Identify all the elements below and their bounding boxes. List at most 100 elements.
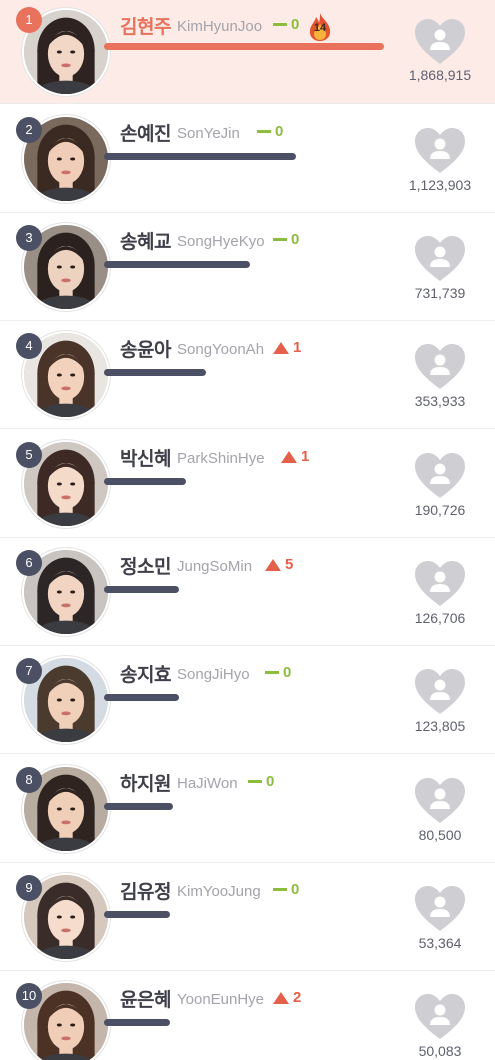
- rank-change-value: 2: [293, 989, 302, 1006]
- heart-icon[interactable]: [414, 668, 466, 716]
- heart-icon[interactable]: [414, 18, 466, 66]
- artist-romanized-name: KimYooJung: [177, 883, 261, 900]
- ranking-row[interactable]: 2 손예진 SonYeJin 0 1,123,903: [0, 105, 495, 213]
- heart-icon[interactable]: [414, 127, 466, 175]
- vote-progress-bar: [104, 911, 170, 918]
- rank-change-value: 1: [301, 448, 310, 465]
- vote-count: 731,739: [414, 285, 466, 301]
- rank-change: 2: [273, 989, 301, 1006]
- vote-progress-bar: [104, 261, 250, 268]
- triangle-up-icon: [265, 558, 281, 571]
- artist-name[interactable]: 김유정: [120, 877, 171, 904]
- artist-name[interactable]: 하지원: [120, 769, 171, 796]
- rank-change-value: 5: [285, 556, 294, 573]
- ranking-row[interactable]: 4 송윤아 SongYoonAh 1 353,933: [0, 321, 495, 429]
- vote-progress-bar: [104, 694, 179, 701]
- artist-name[interactable]: 김현주: [120, 12, 171, 39]
- rank-change-value: 0: [291, 881, 300, 898]
- vote-count: 353,933: [414, 393, 466, 409]
- dash-icon: [273, 23, 287, 26]
- vote-progress-bar: [104, 369, 206, 376]
- ranking-row[interactable]: 3 송혜교 SongHyeKyo 0 731,739: [0, 213, 495, 321]
- vote-count: 190,726: [414, 502, 466, 518]
- ranking-row[interactable]: 8 하지원 HaJiWon 0 80,500: [0, 755, 495, 863]
- rank-badge: 9: [16, 875, 42, 901]
- vote-progress-bar: [104, 586, 179, 593]
- rank-change: 0: [257, 123, 283, 140]
- rank-badge: 5: [16, 442, 42, 468]
- rank-change: 5: [265, 556, 293, 573]
- vote-count: 50,083: [418, 1043, 462, 1059]
- heart-icon[interactable]: [414, 993, 466, 1041]
- rank-change: 0: [273, 231, 299, 248]
- rank-badge: 2: [16, 117, 42, 143]
- vote-progress-bar: [104, 1019, 170, 1026]
- heart-icon[interactable]: [414, 343, 466, 391]
- rank-badge: 10: [16, 983, 42, 1009]
- triangle-up-icon: [273, 991, 289, 1004]
- rank-badge: 6: [16, 550, 42, 576]
- artist-name[interactable]: 송지효: [120, 660, 171, 687]
- vote-count: 126,706: [414, 610, 466, 626]
- dash-icon: [273, 238, 287, 241]
- artist-romanized-name: KimHyunJoo: [177, 18, 263, 35]
- dash-icon: [248, 780, 262, 783]
- artist-name[interactable]: 손예진: [120, 119, 171, 146]
- triangle-up-icon: [273, 341, 289, 354]
- heart-icon[interactable]: [414, 235, 466, 283]
- vote-progress-bar: [104, 478, 186, 485]
- rank-badge: 4: [16, 333, 42, 359]
- vote-progress-bar: [104, 43, 384, 50]
- heart-icon[interactable]: [414, 560, 466, 608]
- triangle-up-icon: [281, 450, 297, 463]
- artist-romanized-name: SongJiHyo: [177, 666, 250, 683]
- rank-badge: 3: [16, 225, 42, 251]
- ranking-row[interactable]: 5 박신혜 ParkShinHye 1 190,726: [0, 430, 495, 538]
- rank-badge: 8: [16, 767, 42, 793]
- artist-romanized-name: JungSoMin: [177, 558, 253, 575]
- fire-icon: 14: [307, 12, 333, 42]
- dash-icon: [265, 671, 279, 674]
- vote-progress-bar: [104, 803, 173, 810]
- heart-icon[interactable]: [414, 777, 466, 825]
- vote-count: 123,805: [414, 718, 466, 734]
- ranking-row[interactable]: 9 김유정 KimYooJung 0 53,364: [0, 863, 495, 971]
- artist-name[interactable]: 윤은혜: [120, 985, 171, 1012]
- artist-name[interactable]: 송혜교: [120, 227, 171, 254]
- rank-change-value: 0: [275, 123, 284, 140]
- dash-icon: [273, 888, 287, 891]
- vote-count: 53,364: [418, 935, 462, 951]
- artist-romanized-name: YoonEunHye: [177, 991, 265, 1008]
- vote-count: 1,868,915: [408, 67, 472, 83]
- artist-romanized-name: SonYeJin: [177, 125, 240, 142]
- rank-badge: 7: [16, 658, 42, 684]
- rank-change: 0: [273, 881, 299, 898]
- rank-change-value: 0: [291, 231, 300, 248]
- dash-icon: [257, 130, 271, 133]
- artist-romanized-name: SongYoonAh: [177, 341, 265, 358]
- vote-count: 1,123,903: [408, 177, 472, 193]
- heart-icon[interactable]: [414, 452, 466, 500]
- rank-change-value: 0: [283, 664, 292, 681]
- artist-romanized-name: ParkShinHye: [177, 450, 265, 467]
- artist-romanized-name: HaJiWon: [177, 775, 238, 792]
- rank-change-value: 1: [293, 339, 302, 356]
- rank-change: 0: [265, 664, 291, 681]
- rank-change: 1: [273, 339, 301, 356]
- rank-change: 1: [281, 448, 309, 465]
- artist-name[interactable]: 송윤아: [120, 335, 171, 362]
- artist-name[interactable]: 정소민: [120, 552, 171, 579]
- rank-change-value: 0: [291, 16, 300, 33]
- vote-progress-bar: [104, 153, 296, 160]
- artist-name[interactable]: 박신혜: [120, 444, 171, 471]
- heart-icon[interactable]: [414, 885, 466, 933]
- rank-change-value: 0: [266, 773, 275, 790]
- streak-count: 14: [313, 22, 327, 34]
- ranking-row[interactable]: 1 김현주 KimHyunJoo 0 14 1,868,915: [0, 0, 495, 104]
- rank-change: 0: [248, 773, 274, 790]
- rank-badge: 1: [16, 7, 42, 33]
- ranking-row[interactable]: 10 윤은혜 YoonEunHye 2 50,083: [0, 971, 495, 1060]
- ranking-row[interactable]: 7 송지효 SongJiHyo 0 123,805: [0, 646, 495, 754]
- ranking-row[interactable]: 6 정소민 JungSoMin 5 126,706: [0, 538, 495, 646]
- artist-romanized-name: SongHyeKyo: [177, 233, 265, 250]
